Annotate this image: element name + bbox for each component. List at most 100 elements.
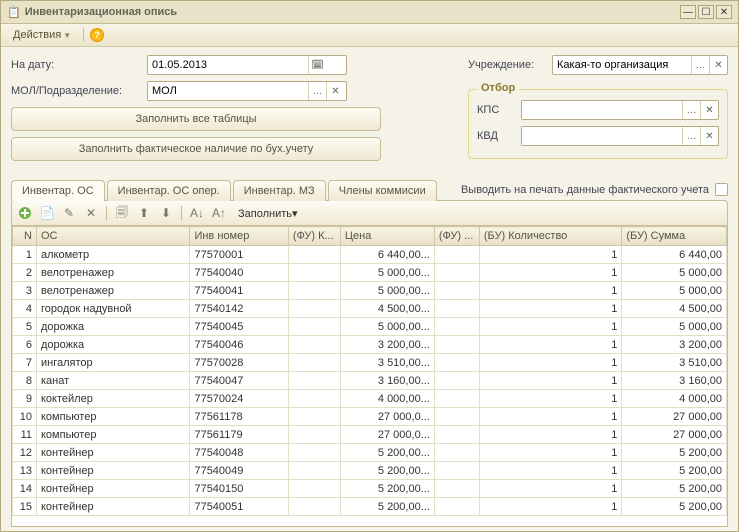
cell-bus: 27 000,00 <box>622 426 727 444</box>
col-price[interactable]: Цена <box>340 227 434 246</box>
sort-asc-icon[interactable]: A↓ <box>188 204 206 222</box>
cell-os: контейнер <box>37 462 190 480</box>
cell-bus: 4 500,00 <box>622 300 727 318</box>
cell-n: 3 <box>13 282 37 300</box>
cell-n: 15 <box>13 498 37 516</box>
close-button[interactable]: ✕ <box>716 5 732 19</box>
mol-input[interactable] <box>148 82 308 100</box>
actions-menu[interactable]: Действия▼ <box>7 27 77 43</box>
maximize-button[interactable]: ☐ <box>698 5 714 19</box>
col-n[interactable]: N <box>13 227 37 246</box>
cell-fu <box>434 462 479 480</box>
tab-commission-members[interactable]: Члены коммисии <box>328 180 437 201</box>
cell-fuk <box>288 372 340 390</box>
cell-fuk <box>288 498 340 516</box>
col-bu-qty[interactable]: (БУ) Количество <box>479 227 621 246</box>
cell-fu <box>434 264 479 282</box>
cell-price: 6 440,00... <box>340 246 434 264</box>
data-grid[interactable]: N ОС Инв номер (ФУ) К... Цена (ФУ) ... (… <box>11 226 728 527</box>
cell-os: велотренажер <box>37 282 190 300</box>
fill-all-tables-button[interactable]: Заполнить все таблицы <box>11 107 381 131</box>
ellipsis-icon[interactable]: … <box>682 127 700 145</box>
kvd-input[interactable] <box>522 127 682 145</box>
ellipsis-icon[interactable]: … <box>691 56 709 74</box>
clear-icon[interactable]: ✕ <box>326 82 344 100</box>
cell-price: 5 200,00... <box>340 444 434 462</box>
right-form: Учреждение: … ✕ Отбор КПС … ✕ <box>468 55 728 167</box>
table-row[interactable]: 12контейнер775400485 200,00...15 200,00 <box>13 444 727 462</box>
org-input[interactable] <box>553 56 691 74</box>
cell-price: 3 510,00... <box>340 354 434 372</box>
tab-inventar-mz[interactable]: Инвентар. МЗ <box>233 180 326 201</box>
tab-inventar-os-oper[interactable]: Инвентар. ОС опер. <box>107 180 231 201</box>
ellipsis-icon[interactable]: … <box>308 82 326 100</box>
tab-inventar-os[interactable]: Инвентар. ОС <box>11 180 105 201</box>
col-bu-sum[interactable]: (БУ) Сумма <box>622 227 727 246</box>
calendar-icon[interactable]: 🗓 <box>308 56 326 74</box>
table-row[interactable]: 11компьютер7756117927 000,0...127 000,00 <box>13 426 727 444</box>
tabs-row: Инвентар. ОС Инвентар. ОС опер. Инвентар… <box>11 179 728 200</box>
toolbar-separator <box>181 206 182 220</box>
cell-n: 1 <box>13 246 37 264</box>
table-row[interactable]: 4городок надувной775401424 500,00...14 5… <box>13 300 727 318</box>
table-row[interactable]: 3велотренажер775400415 000,00...15 000,0… <box>13 282 727 300</box>
add-row-icon[interactable] <box>16 204 34 222</box>
cell-price: 3 200,00... <box>340 336 434 354</box>
cell-bus: 5 200,00 <box>622 462 727 480</box>
move-up-icon[interactable]: ⬆ <box>135 204 153 222</box>
col-os[interactable]: ОС <box>37 227 190 246</box>
table-row[interactable]: 7ингалятор775700283 510,00...13 510,00 <box>13 354 727 372</box>
clear-icon[interactable]: ✕ <box>700 127 718 145</box>
delete-row-icon[interactable]: ✕ <box>82 204 100 222</box>
cell-n: 5 <box>13 318 37 336</box>
print-checkbox[interactable] <box>715 183 728 196</box>
cell-os: контейнер <box>37 480 190 498</box>
cell-n: 12 <box>13 444 37 462</box>
cell-n: 9 <box>13 390 37 408</box>
cell-price: 5 200,00... <box>340 498 434 516</box>
cell-price: 4 000,00... <box>340 390 434 408</box>
cell-os: канат <box>37 372 190 390</box>
table-row[interactable]: 10компьютер7756117827 000,0...127 000,00 <box>13 408 727 426</box>
clear-icon[interactable]: ✕ <box>700 101 718 119</box>
clear-icon[interactable]: ✕ <box>709 56 727 74</box>
cell-buq: 1 <box>479 354 621 372</box>
cell-buq: 1 <box>479 390 621 408</box>
cell-price: 3 160,00... <box>340 372 434 390</box>
table-row[interactable]: 6дорожка775400463 200,00...13 200,00 <box>13 336 727 354</box>
date-input[interactable] <box>148 56 308 74</box>
copy-icon[interactable]: 🗐 <box>113 204 131 222</box>
cell-price: 5 000,00... <box>340 318 434 336</box>
minimize-button[interactable]: — <box>680 5 696 19</box>
cell-bus: 4 000,00 <box>622 390 727 408</box>
table-row[interactable]: 9коктейлер775700244 000,00...14 000,00 <box>13 390 727 408</box>
help-icon[interactable]: ? <box>90 28 104 42</box>
table-row[interactable]: 1алкометр775700016 440,00...16 440,00 <box>13 246 727 264</box>
kps-input[interactable] <box>522 101 682 119</box>
cell-price: 5 000,00... <box>340 264 434 282</box>
cell-fuk <box>288 318 340 336</box>
sort-desc-icon[interactable]: A↑ <box>210 204 228 222</box>
ellipsis-icon[interactable]: … <box>682 101 700 119</box>
insert-row-icon[interactable]: 📄 <box>38 204 56 222</box>
table-row[interactable]: 8канат775400473 160,00...13 160,00 <box>13 372 727 390</box>
cell-fu <box>434 480 479 498</box>
table-row[interactable]: 15контейнер775400515 200,00...15 200,00 <box>13 498 727 516</box>
cell-fuk <box>288 480 340 498</box>
col-fu[interactable]: (ФУ) ... <box>434 227 479 246</box>
chevron-down-icon: ▼ <box>63 31 71 40</box>
cell-fu <box>434 354 479 372</box>
edit-row-icon[interactable]: ✎ <box>60 204 78 222</box>
table-row[interactable]: 2велотренажер775400405 000,00...15 000,0… <box>13 264 727 282</box>
fill-factual-button[interactable]: Заполнить фактическое наличие по бух.уче… <box>11 137 381 161</box>
print-label: Выводить на печать данные фактического у… <box>461 184 709 196</box>
col-fu-qty[interactable]: (ФУ) К... <box>288 227 340 246</box>
move-down-icon[interactable]: ⬇ <box>157 204 175 222</box>
filter-fieldset: Отбор КПС … ✕ КВД … <box>468 89 728 159</box>
grid-fill-menu[interactable]: Заполнить▾ <box>232 205 304 222</box>
table-row[interactable]: 13контейнер775400495 200,00...15 200,00 <box>13 462 727 480</box>
table-row[interactable]: 5дорожка775400455 000,00...15 000,00 <box>13 318 727 336</box>
cell-fu <box>434 408 479 426</box>
table-row[interactable]: 14контейнер775401505 200,00...15 200,00 <box>13 480 727 498</box>
col-inv[interactable]: Инв номер <box>190 227 288 246</box>
